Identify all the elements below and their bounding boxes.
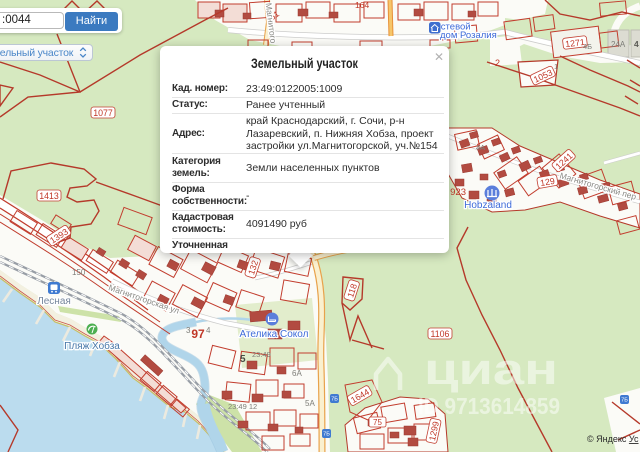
svg-text:1077: 1077	[93, 108, 113, 118]
svg-text:2: 2	[495, 58, 500, 68]
svg-text:Пляж Хобза: Пляж Хобза	[64, 340, 120, 352]
svg-text:5: 5	[240, 354, 246, 365]
svg-text:1106: 1106	[431, 329, 450, 339]
svg-text:циан: циан	[424, 345, 558, 394]
svg-text:164: 164	[355, 0, 369, 10]
svg-text:7Б: 7Б	[621, 398, 628, 404]
svg-text:75: 75	[373, 418, 382, 427]
svg-text:7Б: 7Б	[331, 397, 338, 403]
svg-text:3: 3	[186, 326, 191, 335]
svg-text:Ателика Сокол: Ателика Сокол	[240, 329, 309, 340]
svg-text:1413: 1413	[39, 191, 59, 201]
svg-text:дом Розалия: дом Розалия	[440, 30, 497, 41]
svg-text:4Б: 4Б	[583, 42, 592, 51]
svg-text:24А: 24А	[611, 40, 626, 49]
svg-text:97: 97	[191, 327, 205, 341]
svg-text:923: 923	[450, 187, 466, 198]
svg-text:6А: 6А	[292, 369, 302, 378]
svg-text:© Яндекс Ус: © Яндекс Ус	[587, 434, 639, 444]
svg-text:150: 150	[72, 268, 86, 277]
svg-text:7Б: 7Б	[323, 432, 330, 438]
svg-text:4: 4	[206, 326, 211, 335]
svg-text:ID 9713614859: ID 9713614859	[418, 393, 560, 419]
svg-text:Hobzaland: Hobzaland	[464, 200, 512, 211]
svg-text:5А: 5А	[305, 399, 315, 408]
svg-text:4: 4	[634, 39, 639, 49]
svg-text:23:49: 23:49	[252, 350, 271, 359]
svg-text:Лесная: Лесная	[37, 296, 71, 307]
svg-text:1: 1	[554, 62, 558, 71]
svg-text:4А: 4А	[476, 143, 485, 152]
svg-text:23:49 12: 23:49 12	[228, 402, 257, 411]
